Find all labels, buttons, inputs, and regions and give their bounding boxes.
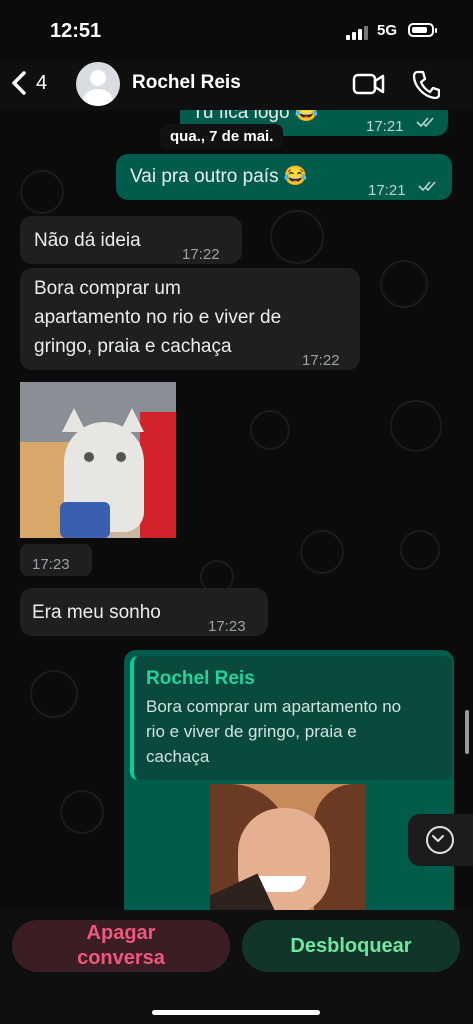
chat-header: 4 Rochel Reis bbox=[0, 60, 473, 110]
back-button[interactable]: 4 bbox=[10, 68, 47, 98]
message-time: 17:21 bbox=[366, 118, 404, 135]
unblock-button[interactable]: Desbloquear bbox=[242, 920, 460, 972]
avatar[interactable] bbox=[76, 62, 120, 106]
chat-area[interactable]: Tu fica logo 😂 17:21 qua., 7 de mai. Vai… bbox=[0, 110, 473, 910]
cat-sticker-icon[interactable] bbox=[20, 382, 176, 538]
signal-icon bbox=[346, 26, 370, 40]
message-bubble-outgoing[interactable]: Rochel Reis Bora comprar um apartamento … bbox=[124, 650, 454, 910]
home-indicator bbox=[152, 1010, 320, 1015]
message-time: 17:22 bbox=[182, 246, 220, 263]
chevron-down-icon bbox=[426, 826, 454, 854]
message-bubble-incoming[interactable]: Bora comprar um apartamento no rio e viv… bbox=[20, 268, 360, 370]
message-time: 17:21 bbox=[368, 182, 406, 199]
message-bubble-outgoing[interactable]: Vai pra outro país 😂 17:21 bbox=[116, 154, 452, 200]
chevron-left-icon bbox=[12, 71, 26, 95]
message-text: Não dá ideia bbox=[34, 230, 141, 251]
message-text: Bora comprar um apartamento no rio e viv… bbox=[34, 278, 282, 357]
scrollbar[interactable] bbox=[465, 710, 469, 754]
date-separator: qua., 7 de mai. bbox=[160, 124, 284, 149]
message-bubble-incoming[interactable]: Era meu sonho 17:23 bbox=[20, 588, 268, 636]
battery-icon bbox=[408, 23, 437, 37]
message-text: Era meu sonho bbox=[32, 602, 161, 623]
reply-image-icon[interactable] bbox=[210, 784, 366, 910]
message-text: Vai pra outro país 😂 bbox=[130, 166, 308, 187]
read-receipt-icon bbox=[416, 117, 434, 128]
message-time: 17:22 bbox=[302, 352, 340, 369]
delete-chat-button[interactable]: Apagar conversa bbox=[12, 920, 230, 972]
phone-call-icon[interactable] bbox=[412, 69, 440, 99]
sticker-time-pill: 17:23 bbox=[20, 544, 92, 576]
status-time: 12:51 bbox=[50, 20, 102, 42]
message-time: 17:23 bbox=[32, 556, 70, 573]
video-call-icon[interactable] bbox=[352, 71, 386, 97]
scroll-to-bottom-button[interactable] bbox=[408, 814, 473, 866]
blocked-contact-actions: Apagar conversa Desbloquear bbox=[0, 910, 473, 1024]
message-bubble-incoming[interactable]: Não dá ideia 17:22 bbox=[20, 216, 242, 264]
read-receipt-icon bbox=[418, 181, 436, 192]
network-label: 5G bbox=[377, 22, 398, 39]
quoted-author: Rochel Reis bbox=[146, 668, 255, 689]
unread-count: 4 bbox=[36, 71, 48, 94]
status-bar: 12:51 5G bbox=[0, 0, 473, 60]
message-time: 17:23 bbox=[208, 618, 246, 635]
contact-name[interactable]: Rochel Reis bbox=[132, 72, 241, 94]
quoted-message[interactable]: Rochel Reis Bora comprar um apartamento … bbox=[130, 656, 452, 780]
quoted-text: Bora comprar um apartamento no rio e viv… bbox=[146, 697, 402, 766]
